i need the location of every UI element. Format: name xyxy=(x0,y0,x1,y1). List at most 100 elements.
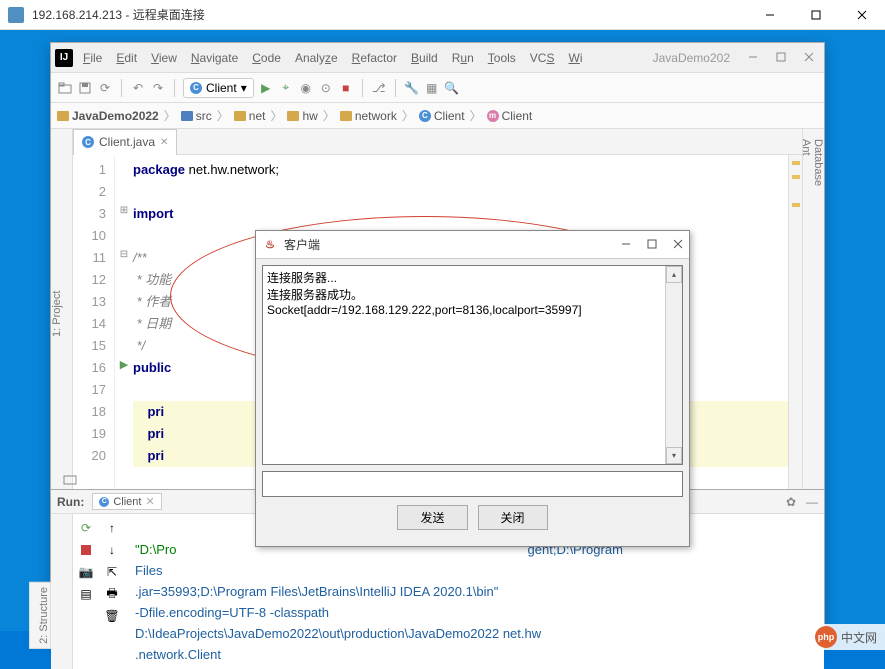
menu-edit[interactable]: Edit xyxy=(116,51,137,65)
search-icon[interactable]: 🔍 xyxy=(444,80,460,96)
close-button[interactable]: 关闭 xyxy=(478,505,548,530)
breadcrumb-item[interactable]: hw xyxy=(287,109,317,123)
menu-view[interactable]: View xyxy=(151,51,177,65)
file-tab[interactable]: C Client.java ✕ xyxy=(73,129,177,155)
debug-icon[interactable]: ⌖ xyxy=(278,80,294,96)
menu-vcs[interactable]: VCS xyxy=(530,51,555,65)
print-icon[interactable]: 🖶 xyxy=(104,586,120,602)
class-icon: C xyxy=(419,110,431,122)
up-icon[interactable]: ↑ xyxy=(104,520,120,536)
fold-icon[interactable]: ⊞ xyxy=(115,199,133,221)
run-config-name: Client xyxy=(206,81,237,95)
right-tool-tabs: Database Ant xyxy=(802,129,824,489)
java-icon: ♨ xyxy=(262,237,278,253)
attach-icon[interactable]: 📷 xyxy=(78,564,94,580)
php-badge-icon: php xyxy=(815,626,837,648)
breadcrumb-item[interactable]: net xyxy=(234,109,266,123)
menu-code[interactable]: Code xyxy=(252,51,281,65)
menu-navigate[interactable]: Navigate xyxy=(191,51,238,65)
ide-minimize-button[interactable] xyxy=(748,51,758,65)
structure-icon[interactable]: ▦ xyxy=(424,80,440,96)
ide-window-controls xyxy=(748,51,820,65)
rerun-icon[interactable]: ⟳ xyxy=(78,520,94,536)
log-textarea[interactable]: 连接服务器...连接服务器成功。Socket[addr=/192.168.129… xyxy=(262,265,683,465)
intellij-icon: IJ xyxy=(55,49,73,67)
ide-menu-bar: File Edit View Navigate Code Analyze Ref… xyxy=(83,51,653,65)
line-numbers: 123 101112 131415 161718 1920 xyxy=(73,155,115,489)
ide-project-title: JavaDemo202 xyxy=(653,51,730,65)
run-gutter-icon[interactable]: ▶ xyxy=(115,353,133,375)
menu-run[interactable]: Run xyxy=(452,51,474,65)
rdp-minimize-button[interactable] xyxy=(747,0,793,30)
scroll-up-icon[interactable]: ▴ xyxy=(666,266,682,283)
message-input[interactable] xyxy=(262,471,683,497)
rdp-window-controls xyxy=(747,0,885,30)
dialog-body: 连接服务器...连接服务器成功。Socket[addr=/192.168.129… xyxy=(256,259,689,546)
ide-titlebar[interactable]: IJ File Edit View Navigate Code Analyze … xyxy=(51,43,824,73)
folder-icon xyxy=(234,111,246,121)
file-tab-label: Client.java xyxy=(99,135,155,149)
dialog-title: 客户端 xyxy=(284,236,621,253)
open-icon[interactable] xyxy=(57,80,73,96)
menu-refactor[interactable]: Refactor xyxy=(352,51,397,65)
breadcrumb-item[interactable]: CClient xyxy=(419,109,465,123)
dialog-minimize-button[interactable] xyxy=(621,238,631,252)
run-config-selector[interactable]: C Client ▾ xyxy=(183,78,254,98)
dialog-buttons: 发送 关闭 xyxy=(262,497,683,540)
layout-icon[interactable]: ▤ xyxy=(78,586,94,602)
structure-tab[interactable]: 2: Structure xyxy=(29,582,51,649)
breadcrumb: JavaDemo2022 〉 src 〉 net 〉 hw 〉 network … xyxy=(51,103,824,129)
ide-toolbar: ⟳ ↶ ↷ C Client ▾ ▶ ⌖ ◉ ⊙ ■ ⎇ 🔧 ▦ 🔍 xyxy=(51,73,824,103)
stop-icon[interactable]: ■ xyxy=(338,80,354,96)
dialog-maximize-button[interactable] xyxy=(647,238,657,252)
close-tab-icon[interactable]: ✕ xyxy=(160,137,168,148)
profiler-icon[interactable]: ⊙ xyxy=(318,80,334,96)
remote-desktop: IJ File Edit View Navigate Code Analyze … xyxy=(0,30,885,631)
menu-build[interactable]: Build xyxy=(411,51,438,65)
dialog-close-button[interactable] xyxy=(673,238,683,252)
dialog-titlebar[interactable]: ♨ 客户端 xyxy=(256,231,689,259)
breadcrumb-item[interactable]: mClient xyxy=(487,109,533,123)
folder-icon xyxy=(340,111,352,121)
scroll-down-icon[interactable]: ▾ xyxy=(666,447,682,464)
export-icon[interactable]: ⇱ xyxy=(104,564,120,580)
chevron-down-icon: ▾ xyxy=(241,81,247,95)
run-tool-column1: ⟳ 📷 ▤ xyxy=(73,514,99,669)
run-left-gutter: 2: Structure xyxy=(51,514,73,669)
run-icon[interactable]: ▶ xyxy=(258,80,274,96)
stop-button[interactable] xyxy=(78,542,94,558)
ide-close-button[interactable] xyxy=(804,51,814,65)
menu-tools[interactable]: Tools xyxy=(488,51,516,65)
refresh-icon[interactable]: ⟳ xyxy=(97,80,113,96)
scrollbar[interactable]: ▴ ▾ xyxy=(665,266,682,464)
rdp-titlebar: 192.168.214.213 - 远程桌面连接 xyxy=(0,0,885,30)
rdp-icon xyxy=(8,7,24,23)
delete-icon[interactable]: 🗑 xyxy=(104,608,120,624)
class-icon: C xyxy=(82,136,94,148)
rdp-maximize-button[interactable] xyxy=(793,0,839,30)
database-tab[interactable]: Database xyxy=(812,139,824,473)
client-dialog[interactable]: ♨ 客户端 连接服务器...连接服务器成功。Socket[addr=/192.1… xyxy=(255,230,690,547)
rdp-title: 192.168.214.213 - 远程桌面连接 xyxy=(32,6,747,23)
vcs-icon[interactable]: ⎇ xyxy=(371,80,387,96)
project-tool-tab[interactable]: 1: Project xyxy=(51,139,77,489)
undo-icon[interactable]: ↶ xyxy=(130,80,146,96)
editor-tabs: C Client.java ✕ xyxy=(73,129,802,155)
save-icon[interactable] xyxy=(77,80,93,96)
breadcrumb-item[interactable]: src xyxy=(181,109,212,123)
overview-ruler[interactable] xyxy=(788,155,802,489)
breadcrumb-item[interactable]: JavaDemo2022 xyxy=(57,109,159,123)
fold-icon[interactable]: ⊟ xyxy=(115,243,133,265)
menu-file[interactable]: File xyxy=(83,51,102,65)
menu-analyze[interactable]: Analyze xyxy=(295,51,338,65)
menu-window[interactable]: Wi xyxy=(568,51,582,65)
wrench-icon[interactable]: 🔧 xyxy=(404,80,420,96)
folder-icon xyxy=(57,111,69,121)
coverage-icon[interactable]: ◉ xyxy=(298,80,314,96)
redo-icon[interactable]: ↷ xyxy=(150,80,166,96)
breadcrumb-item[interactable]: network xyxy=(340,109,397,123)
ide-maximize-button[interactable] xyxy=(776,51,786,65)
send-button[interactable]: 发送 xyxy=(397,505,467,530)
down-icon[interactable]: ↓ xyxy=(104,542,120,558)
rdp-close-button[interactable] xyxy=(839,0,885,30)
